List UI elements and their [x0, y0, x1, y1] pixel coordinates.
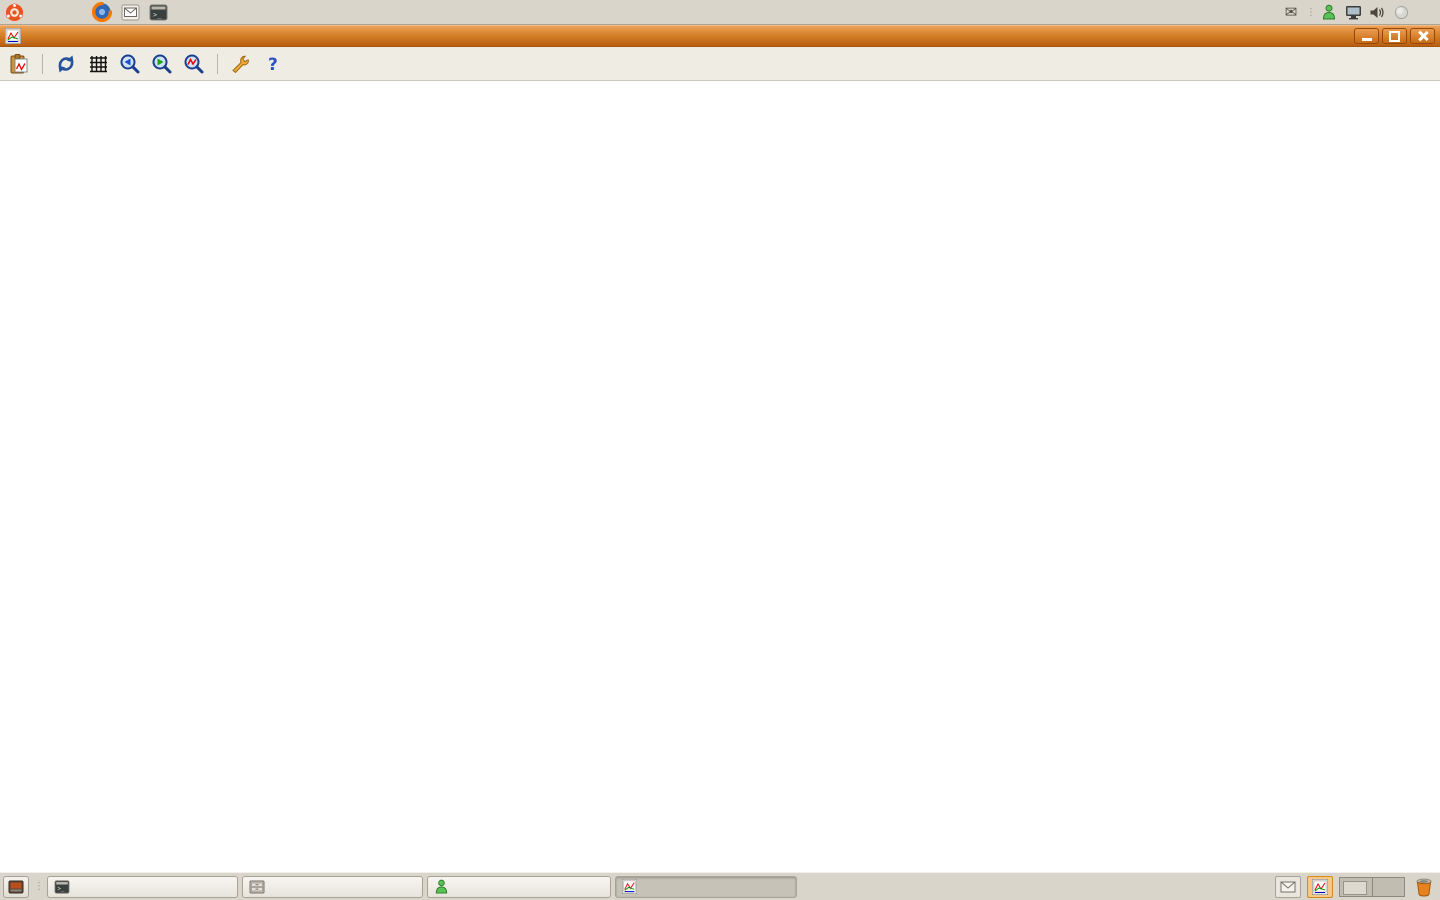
trash-icon [1414, 877, 1434, 897]
workspace-window-thumb [1343, 881, 1367, 895]
plot-surface[interactable] [0, 81, 1440, 872]
help-button[interactable]: ? [260, 51, 286, 77]
grid-button[interactable] [85, 51, 111, 77]
gnuplot-window-icon [5, 28, 21, 44]
file-manager-icon [249, 880, 265, 894]
zoom-previous-button[interactable] [117, 51, 143, 77]
top-panel: >_ ✉ ⋮ [0, 0, 1440, 25]
tray-separator: ⋮ [1306, 7, 1314, 18]
envelope-icon [1280, 881, 1296, 893]
zoom-reset-icon [183, 53, 205, 75]
mail-tray-icon[interactable]: ✉ [1282, 3, 1300, 21]
taskbar: ⋮ >_ [0, 872, 1440, 900]
titlebar[interactable] [0, 25, 1440, 47]
zoom-previous-icon [119, 53, 141, 75]
show-desktop-button[interactable] [3, 876, 29, 898]
replot-button[interactable] [53, 51, 79, 77]
settings-button[interactable] [228, 51, 254, 77]
gnuplot-icon [1312, 879, 1328, 895]
plots-canvas[interactable] [0, 81, 1440, 872]
workspace-switcher[interactable] [1339, 877, 1405, 897]
grid-icon [87, 53, 109, 75]
taskbar-item-gajim[interactable] [427, 876, 611, 898]
trash-button[interactable] [1411, 875, 1437, 899]
copy-to-clipboard-button[interactable] [6, 51, 32, 77]
show-desktop-icon [8, 880, 24, 894]
display-tray-icon[interactable] [1344, 3, 1362, 21]
gajim-icon [434, 879, 449, 894]
clipboard-icon [8, 53, 30, 75]
zoom-next-button[interactable] [149, 51, 175, 77]
toolbar-separator [42, 54, 43, 74]
workspace-2[interactable] [1373, 878, 1405, 896]
zoom-reset-button[interactable] [181, 51, 207, 77]
refresh-icon [55, 53, 77, 75]
mail-notification-button[interactable] [1275, 876, 1301, 898]
zoom-next-icon [151, 53, 173, 75]
ubuntu-logo-icon[interactable] [4, 2, 24, 22]
taskbar-item-terminal[interactable]: >_ [47, 876, 238, 898]
svg-text:>_: >_ [153, 11, 162, 19]
panel-tray: ✉ ⋮ [1282, 0, 1440, 24]
gajim-status-icon[interactable] [1320, 3, 1338, 21]
minimize-button[interactable] [1354, 28, 1379, 44]
mail-launcher-icon[interactable] [120, 2, 140, 22]
svg-text:>_: >_ [57, 886, 64, 892]
close-button[interactable] [1410, 28, 1435, 44]
toolbar-separator [217, 54, 218, 74]
panel-menus: >_ [0, 0, 172, 24]
taskbar-item-gnuplot[interactable] [615, 876, 797, 898]
help-icon: ? [262, 53, 284, 75]
firefox-launcher-icon[interactable] [92, 2, 112, 22]
volume-tray-icon[interactable] [1368, 3, 1386, 21]
workspace-1[interactable] [1340, 878, 1373, 896]
gnuplot-icon [622, 879, 637, 894]
weather-tray-icon[interactable] [1392, 3, 1410, 21]
minimize-icon [1362, 38, 1372, 41]
gnuplot-tray-button[interactable] [1307, 876, 1333, 898]
gnuplot-window: ? [0, 25, 1440, 872]
terminal-launcher-icon[interactable]: >_ [148, 2, 168, 22]
maximize-icon [1389, 31, 1400, 42]
svg-text:?: ? [268, 55, 278, 75]
maximize-button[interactable] [1382, 28, 1407, 44]
taskbar-item-file-manager[interactable] [242, 876, 423, 898]
wrench-icon [230, 53, 252, 75]
taskbar-separator: ⋮ [34, 881, 42, 892]
terminal-icon: >_ [54, 880, 70, 894]
toolbar: ? [0, 47, 1440, 81]
close-icon [1418, 31, 1428, 41]
